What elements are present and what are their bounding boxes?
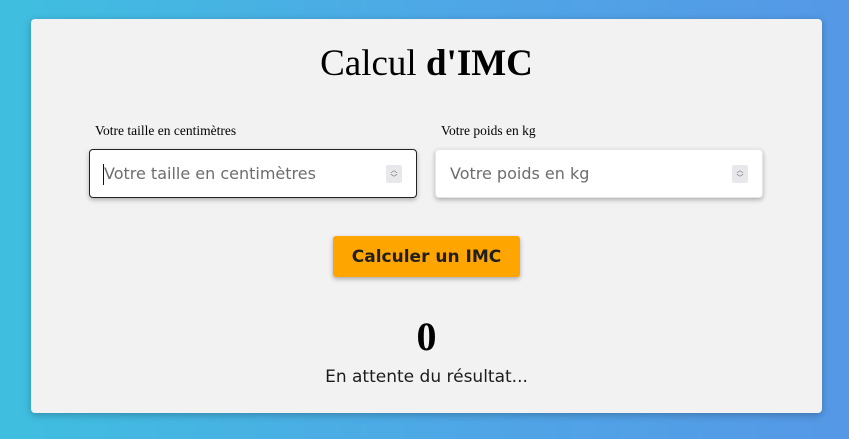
bmi-result-value: 0	[416, 314, 437, 359]
weight-input[interactable]	[436, 150, 762, 197]
text-cursor	[103, 164, 104, 185]
title-prefix: Calcul	[320, 43, 417, 84]
weight-field[interactable]: ︿﹀	[435, 149, 763, 198]
bmi-card: Calcul d'IMC Votre taille en centimètres…	[31, 19, 822, 413]
weight-label: Votre poids en kg	[441, 123, 536, 138]
height-stepper-icon[interactable]: ︿ ﹀	[386, 165, 402, 183]
height-input[interactable]	[90, 150, 416, 197]
calculate-bmi-button[interactable]: Calculer un IMC	[333, 236, 520, 277]
height-field[interactable]: ︿﹀	[89, 149, 417, 198]
result-status-text: En attente du résultat...	[325, 367, 528, 387]
page-title: Calcul d'IMC	[31, 43, 822, 85]
weight-stepper-icon[interactable]: ︿ ﹀	[732, 165, 748, 183]
height-label: Votre taille en centimètres	[95, 123, 237, 138]
title-strong: d'IMC	[425, 43, 533, 84]
